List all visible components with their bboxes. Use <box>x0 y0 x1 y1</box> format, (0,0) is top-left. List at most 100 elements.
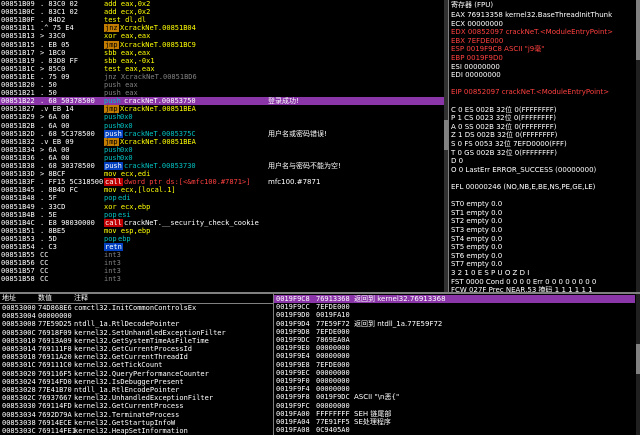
disasm-row[interactable]: 00851B0C . 83C1 02 add ecx,0x2 <box>0 8 444 16</box>
register-line[interactable]: ECX 00000000 <box>451 20 503 28</box>
stack-scroll-thumb[interactable] <box>636 344 640 374</box>
stack-pane[interactable]: 0019F9C8 76913368 返回到 kernel32.76913368 001… <box>274 294 640 435</box>
register-line[interactable]: ST0 empty 0.0 <box>451 200 502 208</box>
disasm-row[interactable]: 00851B32 .v EB 09 jmp XcrackNeT.00851BEA <box>0 137 444 146</box>
register-line[interactable]: D 0 <box>451 157 463 165</box>
register-line[interactable]: ESP 0019F9C8 ASCII "j9毫" <box>451 45 545 53</box>
register-line[interactable]: ST6 empty 0.0 <box>451 252 502 260</box>
stack-row[interactable]: 0019F9E8 7EFDE000 <box>274 361 635 369</box>
dump-row[interactable]: 00853038 76914ECE kernel32.GetStartupInfoW <box>0 419 273 427</box>
dump-row[interactable]: 00853010 76913A09 kernel32.GetSystemTimeAs… <box>0 337 273 345</box>
register-line[interactable]: EBP 0019F9D0 <box>451 54 503 62</box>
register-line[interactable]: ST5 empty 0.0 <box>451 243 502 251</box>
register-line[interactable]: ST1 empty 0.0 <box>451 209 502 217</box>
dump-header-comment[interactable]: 注释 <box>74 294 88 303</box>
disasm-row[interactable]: 00851B53 . 5D pop ebp <box>0 235 444 243</box>
disasm-row[interactable]: 00851B29 > 6A 00 push 0x0 <box>0 113 444 121</box>
disasm-row[interactable]: 00851B55 CC int3 <box>0 251 444 259</box>
disasm-row[interactable]: 00851B57 CC int3 <box>0 267 444 275</box>
disasm-row[interactable]: 00851B36 . 6A 00 push 0x0 <box>0 154 444 162</box>
disasm-row[interactable]: 00851B1E . 75 09 jnz XcrackNeT.00851BD6 <box>0 73 444 81</box>
dump-row[interactable]: 00853028 77E41B70 ntdll_1a.RtlEncodePointe… <box>0 386 273 394</box>
disasm-row[interactable]: 00851B2B . 6A 00 push 0x0 <box>0 122 444 130</box>
disasm-row[interactable]: 00851B48 . 5F pop edi <box>0 194 444 202</box>
stack-row[interactable]: 0019F9D0 0019FA10 <box>274 311 635 319</box>
dump-row[interactable]: 00853020 769116F5 kernel32.QueryPerformanc… <box>0 370 273 378</box>
register-line[interactable]: ST2 empty 0.0 <box>451 217 502 225</box>
register-line[interactable]: EAX 76913358 kernel32.BaseThreadInitThun… <box>451 11 612 19</box>
stack-row[interactable]: 0019F9D4 77E59F72 返回到 ntdll_1a.77E59F72 <box>274 320 635 328</box>
registers-pane[interactable]: 寄存器 (FPU) EAX 76913358 kernel32.BaseThre… <box>449 0 640 293</box>
dump-row[interactable]: 00853030 769114FD kernel32.GetCurrentProce… <box>0 402 273 410</box>
stack-row[interactable]: 0019F9E0 00000000 <box>274 344 635 352</box>
disasm-row[interactable]: 00851B56 CC int3 <box>0 259 444 267</box>
register-line[interactable]: ESI 00000000 <box>451 63 500 71</box>
register-line[interactable]: T 0 GS 002B 32位 0(FFFFFFFF) <box>451 149 557 157</box>
disasm-row[interactable]: 00851B11 .^ 75 E4 jnz XcrackNeT.00851B04 <box>0 24 444 33</box>
disasm-row[interactable]: 00851B19 . 83D8 FF sbb eax,-0x1 <box>0 57 444 65</box>
stack-row[interactable]: 0019F9F8 0019F9DC ASCII "\n恶{" <box>274 393 635 401</box>
register-line[interactable]: ST4 empty 0.0 <box>451 235 502 243</box>
disasm-row[interactable]: 00851B13 > 33C0 xor eax,eax <box>0 32 444 40</box>
disasm-row[interactable]: 00851B15 . EB 05 jmp XcrackNeT.00851BC9 <box>0 40 444 49</box>
stack-row[interactable]: 0019F9C8 76913368 返回到 kernel32.76913368 <box>274 295 635 303</box>
dump-row[interactable]: 00853034 7692D79A kernel32.TerminateProces… <box>0 411 273 419</box>
register-line[interactable]: Z 1 DS 002B 32位 0(FFFFFFFF) <box>451 131 557 139</box>
register-line[interactable]: 3 2 1 0 E S P U O Z D I <box>451 269 529 277</box>
disasm-row[interactable]: 00851B21 . 50 push eax <box>0 89 444 97</box>
disasm-row[interactable]: 00851B58 CC int3 <box>0 275 444 283</box>
memory-dump-pane[interactable]: 地址 数值 注释 00853000 74D868E6 comctl32.InitCo… <box>0 294 273 435</box>
disasm-row[interactable]: 00851B22 . 68 50378500 push crackNeT.008537… <box>0 97 444 106</box>
disasm-row[interactable]: 00851B4B . 5E pop esi <box>0 211 444 219</box>
dump-header-address[interactable]: 地址 <box>2 294 16 303</box>
disasm-row[interactable]: 00851B0F . 84D2 test dl,dl <box>0 16 444 24</box>
disasm-row[interactable]: 00851B17 > 1BC0 sbb eax,eax <box>0 49 444 57</box>
disasm-row[interactable]: 00851B45 . 8B4D FC mov ecx,[local.1] <box>0 186 444 194</box>
register-line[interactable]: C 0 ES 002B 32位 0(FFFFFFFF) <box>451 106 557 114</box>
disasm-row[interactable]: 00851B09 . 83C0 02 add eax,0x2 <box>0 0 444 8</box>
registers-scrollbar[interactable] <box>636 0 640 293</box>
disassembly-pane[interactable]: 00851B09 . 83C0 02 add eax,0x2 00851B0C . 83… <box>0 0 448 293</box>
register-line[interactable]: O 0 LastErr ERROR_SUCCESS (00000000) <box>451 166 596 174</box>
register-line[interactable]: EDI 00000000 <box>451 71 501 79</box>
register-line[interactable]: S 0 FS 0053 32位 7EFD0000(FFF) <box>451 140 567 148</box>
dump-row[interactable]: 00853008 77E59D25 ntdll_1a.RtlDecodePointe… <box>0 320 273 328</box>
disasm-row[interactable]: 00851B51 . 8BE5 mov esp,ebp <box>0 227 444 235</box>
dump-row[interactable]: 0085302C 76937667 kernel32.UnhandledExcept… <box>0 394 273 402</box>
disasm-row[interactable]: 00851B2D . 68 5C378500 push crackNeT.008537… <box>0 129 444 138</box>
stack-row[interactable]: 0019FA04 77E91FF5 SE处理程序 <box>274 418 635 426</box>
register-line[interactable]: ST7 empty 0.0 <box>451 260 502 268</box>
disasm-row[interactable]: 00851B3D > 8BCF mov ecx,edi <box>0 170 444 178</box>
dump-row[interactable]: 00853004 00000000 <box>0 312 273 320</box>
dump-header-value[interactable]: 数值 <box>38 294 52 303</box>
disasm-row[interactable]: 00851B54 . C3 retn <box>0 243 444 251</box>
dump-row[interactable]: 0085301C 769111C0 kernel32.GetTickCount <box>0 361 273 369</box>
disasm-row[interactable]: 00851B49 . 33CD xor ecx,ebp <box>0 203 444 211</box>
dump-row[interactable]: 00853024 76914FD0 kernel32.IsDebuggerPrese… <box>0 378 273 386</box>
disasm-row[interactable]: 00851B1C > 85C0 test eax,eax <box>0 65 444 73</box>
dump-row[interactable]: 0085300C 76918F09 kernel32.SetUnhandledExc… <box>0 329 273 337</box>
stack-row[interactable]: 0019F9DC 7869EA0A <box>274 336 635 344</box>
disasm-row[interactable]: 00851B34 > 6A 00 push 0x0 <box>0 146 444 154</box>
stack-row[interactable]: 0019F9EC 00000000 <box>274 369 635 377</box>
registers-scroll-thumb[interactable] <box>636 0 640 60</box>
disasm-row[interactable]: 00851B4C . E8 98030000 call crackNeT.__secu… <box>0 218 444 227</box>
stack-row[interactable]: 0019F9CC 7EFDE000 <box>274 303 635 311</box>
stack-row[interactable]: 0019F9FC 00000000 <box>274 402 635 410</box>
dump-row[interactable]: 00853018 76911A20 kernel32.GetCurrentThrea… <box>0 353 273 361</box>
register-line[interactable]: ST3 empty 0.0 <box>451 226 502 234</box>
disasm-row[interactable]: 00851B27 .v EB 14 jmp XcrackNeT.00851BEA <box>0 105 444 114</box>
register-line[interactable]: EFL 00000246 (NO,NB,E,BE,NS,PE,GE,LE) <box>451 183 595 191</box>
register-line[interactable]: EBX 7EFDE000 <box>451 37 503 45</box>
disasm-row[interactable]: 00851B20 . 50 push eax <box>0 81 444 89</box>
register-line[interactable]: EIP 00852097 crackNeT.<ModuleEntryPoint> <box>451 88 609 96</box>
stack-row[interactable]: 0019F9E4 00000000 <box>274 352 635 360</box>
stack-row[interactable]: 0019FA08 0C9405A0 <box>274 426 635 434</box>
stack-scrollbar[interactable] <box>636 294 640 435</box>
register-line[interactable]: EDX 00852097 crackNeT.<ModuleEntryPoint> <box>451 28 613 36</box>
stack-row[interactable]: 0019F9F0 00000000 <box>274 377 635 385</box>
disasm-row[interactable]: 00851B38 . 68 30378500 push crackNeT.008537… <box>0 162 444 170</box>
dump-row[interactable]: 00853000 74D868E6 comctl32.InitCommonContr… <box>0 304 273 312</box>
stack-row[interactable]: 0019F9D8 7EFDE000 <box>274 328 635 336</box>
dump-row[interactable]: 0085303C 769114FE1 kernel32.HeapSetInforma… <box>0 427 273 435</box>
